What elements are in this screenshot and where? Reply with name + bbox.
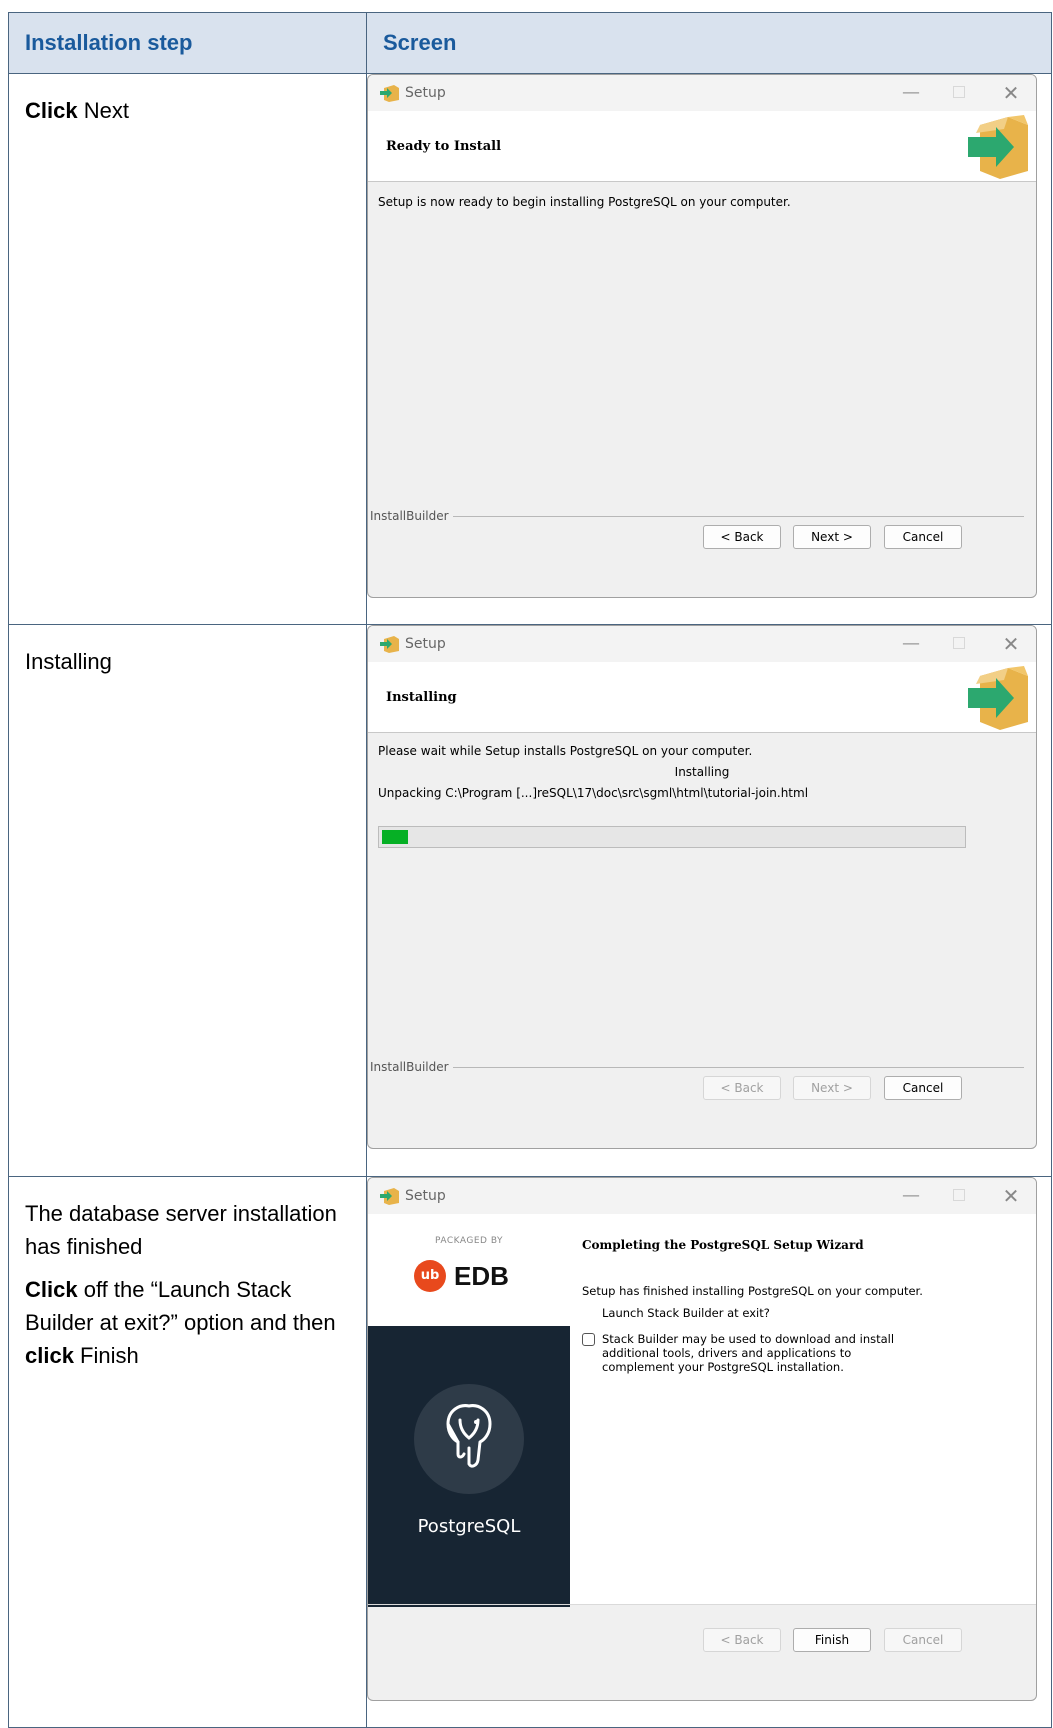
ready-message: Setup is now ready to begin installing P… bbox=[378, 195, 791, 209]
progress-fill bbox=[382, 830, 409, 844]
maximize-icon bbox=[953, 86, 965, 98]
window-title: Setup bbox=[405, 636, 446, 652]
wait-message: Please wait while Setup installs Postgre… bbox=[378, 744, 753, 758]
close-button[interactable]: ✕ bbox=[996, 632, 1026, 656]
footer-divider bbox=[452, 1067, 1024, 1068]
step-cell: The database server installation has fin… bbox=[8, 1176, 367, 1728]
step-bold-text: Click bbox=[25, 1277, 78, 1302]
installbuilder-label: InstallBuilder bbox=[370, 509, 453, 523]
step-description: Click Next bbox=[9, 74, 366, 127]
back-button[interactable]: < Back bbox=[703, 1076, 781, 1100]
screen-cell: Setup — ✕ Installing Please wait while S… bbox=[366, 624, 1052, 1177]
step-text: Next bbox=[77, 98, 129, 123]
step-text: Installing bbox=[25, 649, 112, 674]
setup-window-complete: Setup — ✕ PACKAGED BY ub EDB PostgreSQL … bbox=[367, 1177, 1037, 1701]
finished-message: Setup has finished installing PostgreSQL… bbox=[582, 1284, 923, 1298]
screen-cell: Setup — ✕ PACKAGED BY ub EDB PostgreSQL … bbox=[366, 1176, 1052, 1728]
minimize-button[interactable]: — bbox=[896, 632, 926, 656]
edb-logo-text: EDB bbox=[454, 1261, 509, 1291]
maximize-button[interactable] bbox=[944, 1184, 974, 1208]
installation-table: Installation step Screen Click Next Setu… bbox=[8, 12, 1052, 1728]
install-box-icon bbox=[968, 666, 1028, 730]
installbuilder-label: InstallBuilder bbox=[370, 1060, 453, 1074]
step-description: Installing bbox=[9, 625, 366, 678]
header-screen: Screen bbox=[366, 12, 1052, 74]
minimize-button[interactable]: — bbox=[896, 1184, 926, 1208]
step-text: Finish bbox=[73, 1343, 139, 1368]
step-text: The database server installation has fin… bbox=[25, 1201, 337, 1259]
back-button[interactable]: < Back bbox=[703, 525, 781, 549]
setup-window-installing: Setup — ✕ Installing Please wait while S… bbox=[367, 625, 1037, 1149]
setup-window-ready: Setup — ✕ Ready to Install Setup is now … bbox=[367, 74, 1037, 598]
title-bar: Setup — ✕ bbox=[368, 626, 1036, 662]
cancel-button[interactable]: Cancel bbox=[884, 1628, 962, 1652]
install-box-icon bbox=[968, 115, 1028, 179]
footer-divider bbox=[452, 516, 1024, 517]
step-bold-text: click bbox=[25, 1343, 74, 1368]
maximize-icon bbox=[953, 637, 965, 649]
minimize-button[interactable]: — bbox=[896, 81, 926, 105]
back-button[interactable]: < Back bbox=[703, 1628, 781, 1652]
table-row: Click Next Setup — ✕ Ready to Install Se… bbox=[8, 73, 1052, 625]
maximize-icon bbox=[953, 1189, 965, 1201]
banner-title: Ready to Install bbox=[386, 139, 502, 154]
table-row: The database server installation has fin… bbox=[8, 1176, 1052, 1728]
setup-app-icon bbox=[380, 85, 399, 102]
footer-divider bbox=[368, 1604, 1036, 1605]
finish-button[interactable]: Finish bbox=[793, 1628, 871, 1652]
title-bar: Setup — ✕ bbox=[368, 75, 1036, 111]
cancel-button[interactable]: Cancel bbox=[884, 1076, 962, 1100]
wizard-banner: Ready to Install bbox=[368, 111, 1036, 182]
stack-builder-description: Stack Builder may be used to download an… bbox=[602, 1332, 895, 1374]
install-progress-bar bbox=[378, 826, 966, 848]
maximize-button[interactable] bbox=[944, 81, 974, 105]
cancel-button[interactable]: Cancel bbox=[884, 525, 962, 549]
postgresql-label: PostgreSQL bbox=[417, 1516, 521, 1537]
close-button[interactable]: ✕ bbox=[996, 1184, 1026, 1208]
edb-logo-icon: ub bbox=[414, 1260, 446, 1292]
wizard-banner: Installing bbox=[368, 662, 1036, 733]
elephant-icon bbox=[446, 1404, 492, 1468]
packaged-by-label: PACKAGED BY bbox=[434, 1236, 503, 1246]
title-bar: Setup — ✕ bbox=[368, 1178, 1036, 1214]
close-button[interactable]: ✕ bbox=[996, 81, 1026, 105]
screen-cell: Setup — ✕ Ready to Install Setup is now … bbox=[366, 73, 1052, 625]
installing-status: Installing bbox=[674, 765, 730, 779]
completion-heading: Completing the PostgreSQL Setup Wizard bbox=[582, 1238, 864, 1252]
next-button[interactable]: Next > bbox=[793, 1076, 871, 1100]
step-description: The database server installation has fin… bbox=[9, 1177, 366, 1372]
window-title: Setup bbox=[405, 1188, 446, 1204]
launch-stack-builder-checkbox[interactable] bbox=[582, 1333, 595, 1346]
maximize-button[interactable] bbox=[944, 632, 974, 656]
step-cell: Installing bbox=[8, 624, 367, 1177]
launch-stack-builder-label: Launch Stack Builder at exit? bbox=[602, 1306, 770, 1320]
completion-panel: Completing the PostgreSQL Setup Wizard S… bbox=[570, 1214, 1036, 1604]
step-cell: Click Next bbox=[8, 73, 367, 625]
window-title: Setup bbox=[405, 85, 446, 101]
banner-title: Installing bbox=[386, 690, 457, 705]
unpacking-path: Unpacking C:\Program [...]reSQL\17\doc\s… bbox=[378, 786, 809, 800]
setup-app-icon bbox=[380, 636, 399, 653]
next-button[interactable]: Next > bbox=[793, 525, 871, 549]
setup-app-icon bbox=[380, 1188, 399, 1205]
step-bold-text: Click bbox=[25, 98, 78, 123]
postgresql-elephant-icon bbox=[414, 1384, 524, 1494]
postgresql-panel: PostgreSQL bbox=[368, 1326, 570, 1607]
table-row: Installing Setup — ✕ Installing Please w… bbox=[8, 624, 1052, 1177]
header-installation-step: Installation step bbox=[8, 12, 367, 74]
